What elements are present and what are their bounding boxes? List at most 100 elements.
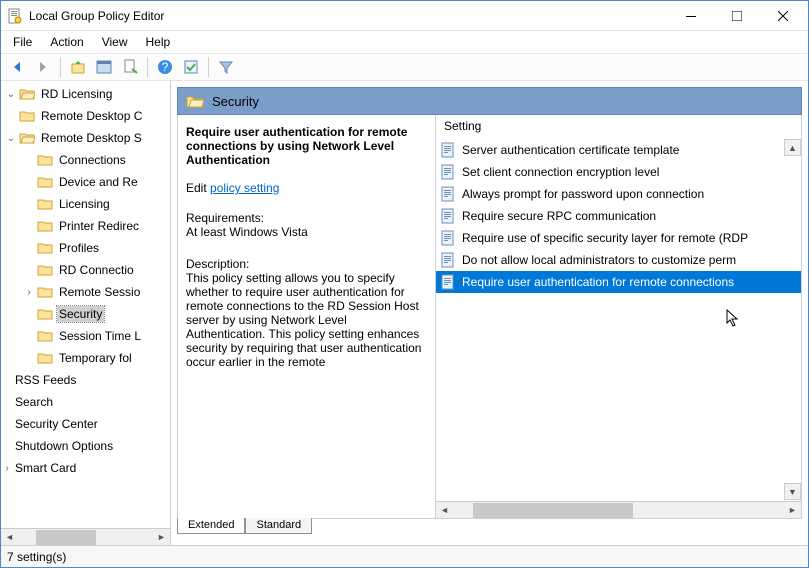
back-button[interactable] xyxy=(5,55,29,79)
list-horizontal-scrollbar[interactable]: ◄ ► xyxy=(436,501,801,518)
settings-item-label: Require use of specific security layer f… xyxy=(462,231,748,245)
tree-item[interactable]: Temporary fol xyxy=(1,347,170,369)
maximize-button[interactable] xyxy=(714,1,760,31)
tab-standard[interactable]: Standard xyxy=(245,518,312,534)
settings-item-label: Require user authentication for remote c… xyxy=(462,275,734,289)
settings-item[interactable]: Always prompt for password upon connecti… xyxy=(436,183,801,205)
settings-item[interactable]: Set client connection encryption level xyxy=(436,161,801,183)
folder-open-icon xyxy=(19,87,35,101)
tree-spacer xyxy=(23,330,35,342)
scroll-thumb[interactable] xyxy=(473,503,633,518)
tree-item[interactable]: ›Remote Sessio xyxy=(1,281,170,303)
folder-icon xyxy=(37,241,53,255)
tree-item[interactable]: Security xyxy=(1,303,170,325)
tree-item[interactable]: Search xyxy=(1,391,170,413)
menu-file[interactable]: File xyxy=(5,33,40,51)
menu-view[interactable]: View xyxy=(94,33,136,51)
tree-spacer xyxy=(23,308,35,320)
settings-item[interactable]: Server authentication certificate templa… xyxy=(436,139,801,161)
close-button[interactable] xyxy=(760,1,806,31)
tree-spacer xyxy=(5,110,17,122)
export-list-button[interactable] xyxy=(118,55,142,79)
folder-icon xyxy=(37,285,53,299)
scroll-down-button[interactable]: ▼ xyxy=(784,483,801,500)
policy-icon xyxy=(440,186,456,202)
tree-item-label: Temporary fol xyxy=(57,350,134,366)
settings-item-label: Require secure RPC communication xyxy=(462,209,656,223)
folder-open-icon xyxy=(186,94,204,108)
properties-button[interactable] xyxy=(179,55,203,79)
tree-spacer xyxy=(23,154,35,166)
scroll-right-icon[interactable]: ► xyxy=(153,530,170,545)
menu-action[interactable]: Action xyxy=(42,33,91,51)
help-button[interactable]: ? xyxy=(153,55,177,79)
settings-item[interactable]: Require secure RPC communication xyxy=(436,205,801,227)
tree-item[interactable]: ⌄ RD Licensing xyxy=(1,83,170,105)
requirements-text: At least Windows Vista xyxy=(186,225,425,239)
folder-icon xyxy=(37,153,53,167)
tab-extended[interactable]: Extended xyxy=(177,518,245,534)
tree-item-label: Connections xyxy=(57,152,128,168)
up-button[interactable] xyxy=(66,55,90,79)
tree-item-label: Remote Desktop C xyxy=(39,108,144,124)
settings-item[interactable]: Require use of specific security layer f… xyxy=(436,227,801,249)
tree-item[interactable]: ›Smart Card xyxy=(1,457,170,479)
policy-title: Require user authentication for remote c… xyxy=(186,125,425,167)
main-area: ⌄ RD Licensing Remote Desktop C ⌄Remote Des… xyxy=(1,81,808,545)
settings-column-header[interactable]: Setting xyxy=(436,115,801,139)
tree-item[interactable]: Remote Desktop C xyxy=(1,105,170,127)
settings-item[interactable]: Do not allow local administrators to cus… xyxy=(436,249,801,271)
menu-help[interactable]: Help xyxy=(138,33,179,51)
tree-horizontal-scrollbar[interactable]: ◄ ► xyxy=(1,528,170,545)
tree-item[interactable]: Printer Redirec xyxy=(1,215,170,237)
tree-item-label: RD Connectio xyxy=(57,262,136,278)
tree-item[interactable]: Device and Re xyxy=(1,171,170,193)
policy-icon xyxy=(440,142,456,158)
tree-item[interactable]: Profiles xyxy=(1,237,170,259)
tree-view[interactable]: ⌄ RD Licensing Remote Desktop C ⌄Remote Des… xyxy=(1,81,170,528)
scroll-thumb[interactable] xyxy=(36,530,96,545)
status-bar: 7 setting(s) xyxy=(1,545,808,567)
tree-spacer xyxy=(1,396,13,408)
tree-item-label: RD Licensing xyxy=(39,86,114,102)
chevron-right-icon[interactable]: › xyxy=(1,462,13,474)
filter-button[interactable] xyxy=(214,55,238,79)
show-hide-tree-button[interactable] xyxy=(92,55,116,79)
scroll-right-icon[interactable]: ► xyxy=(784,503,801,518)
tree-item[interactable]: Shutdown Options xyxy=(1,435,170,457)
chevron-down-icon[interactable]: ⌄ xyxy=(5,88,17,100)
settings-item[interactable]: Require user authentication for remote c… xyxy=(436,271,801,293)
scroll-left-icon[interactable]: ◄ xyxy=(1,530,18,545)
settings-item-label: Set client connection encryption level xyxy=(462,165,659,179)
minimize-button[interactable] xyxy=(668,1,714,31)
folder-icon xyxy=(37,219,53,233)
settings-list[interactable]: Server authentication certificate templa… xyxy=(436,139,801,501)
tree-item[interactable]: ⌄Remote Desktop S xyxy=(1,127,170,149)
content-header-bar: Security xyxy=(177,87,802,115)
folder-icon xyxy=(37,329,53,343)
cursor-icon xyxy=(726,309,740,327)
tree-item-label: Search xyxy=(13,394,55,410)
forward-button[interactable] xyxy=(31,55,55,79)
folder-icon xyxy=(37,351,53,365)
tree-item-label: Session Time L xyxy=(57,328,143,344)
scroll-left-icon[interactable]: ◄ xyxy=(436,503,453,518)
tree-item[interactable]: Licensing xyxy=(1,193,170,215)
content-header-title: Security xyxy=(212,94,259,109)
status-text: 7 setting(s) xyxy=(7,550,66,564)
tree-spacer xyxy=(23,220,35,232)
chevron-down-icon[interactable]: ⌄ xyxy=(5,132,17,144)
tree-item-label: Security Center xyxy=(13,416,100,432)
tree-item[interactable]: RD Connectio xyxy=(1,259,170,281)
tree-spacer xyxy=(1,440,13,452)
tree-item[interactable]: Session Time L xyxy=(1,325,170,347)
toolbar-separator xyxy=(208,57,209,77)
tree-item-label: Profiles xyxy=(57,240,101,256)
svg-text:?: ? xyxy=(162,60,169,74)
toolbar-separator xyxy=(60,57,61,77)
tree-item[interactable]: Connections xyxy=(1,149,170,171)
chevron-right-icon[interactable]: › xyxy=(23,286,35,298)
tree-item[interactable]: Security Center xyxy=(1,413,170,435)
tree-item[interactable]: RSS Feeds xyxy=(1,369,170,391)
policy-setting-link[interactable]: policy setting xyxy=(210,181,279,195)
